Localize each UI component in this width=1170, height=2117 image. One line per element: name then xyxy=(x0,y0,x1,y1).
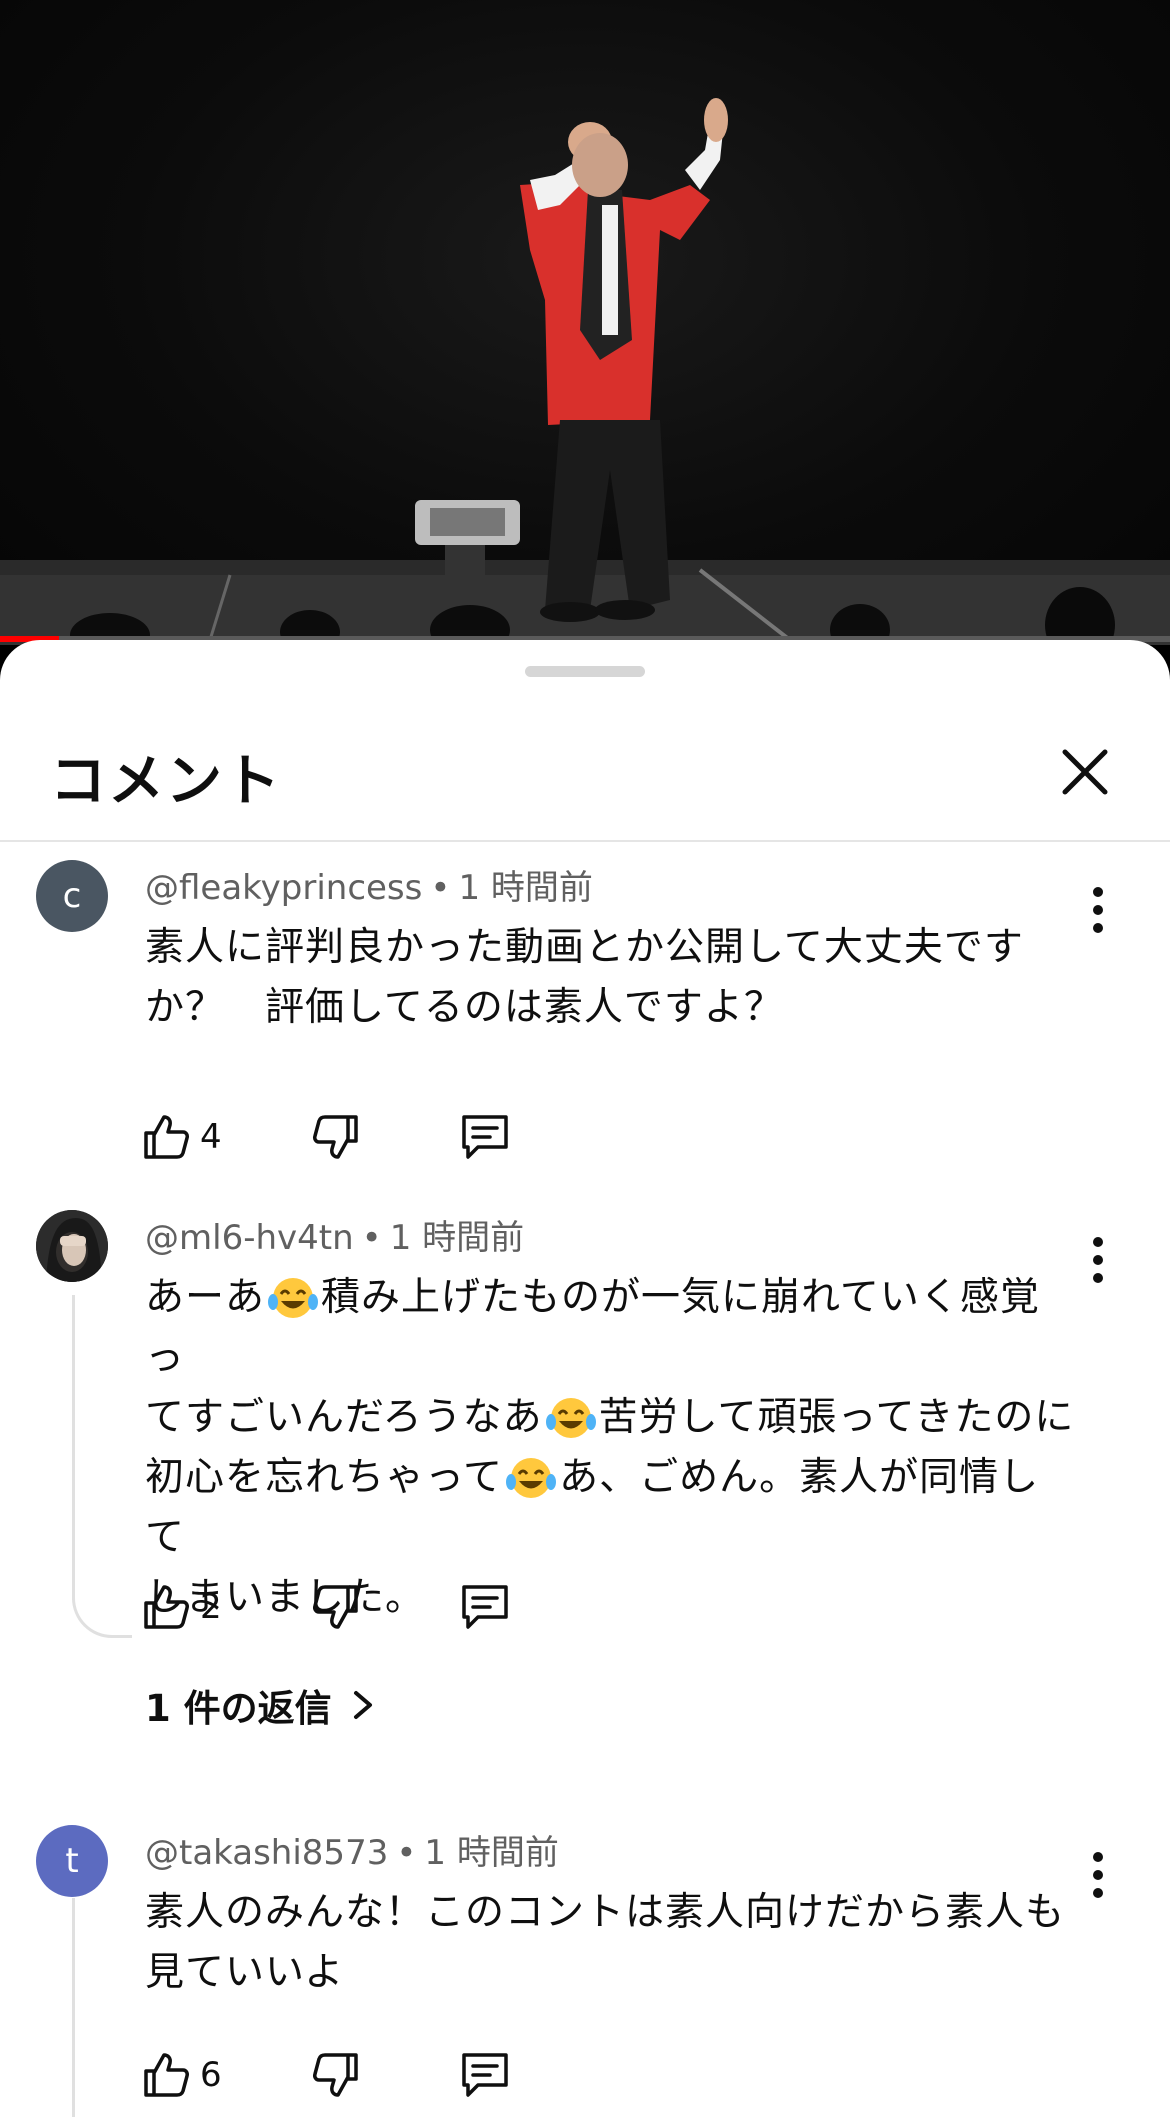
comment-meta: @ml6-hv4tn • 1 時間前 xyxy=(145,1210,524,1259)
meta-separator: • xyxy=(430,868,451,908)
thread-curve xyxy=(72,1598,132,1638)
meta-separator: • xyxy=(361,1218,382,1258)
reply-comment-icon xyxy=(462,2053,508,2097)
video-frame-image xyxy=(0,98,1170,645)
thumbs-down-icon xyxy=(313,2053,358,2097)
comment-author[interactable]: @fleakyprincess xyxy=(145,868,422,908)
avatar-letter: c xyxy=(62,876,82,916)
header-divider xyxy=(0,840,1170,842)
like-button[interactable]: 2 xyxy=(140,1575,222,1639)
comment-author[interactable]: @takashi8573 xyxy=(145,1833,388,1873)
thumbs-up-icon xyxy=(144,2053,189,2097)
thumbs-down-icon xyxy=(313,1585,358,1629)
comments-panel: コメント c @fleakyprincess • 1 時間前 素人に評判良かった動画… xyxy=(0,640,1170,2117)
like-button[interactable]: 6 xyxy=(140,2043,222,2107)
thumbs-down-icon xyxy=(313,1115,358,1159)
comment-line: 初心を忘れちゃって あ、ごめん。素人が同情して xyxy=(145,1448,1075,1568)
comment-text-segment: 苦労して頑張ってきたのに xyxy=(598,1395,1075,1440)
thread-line xyxy=(72,1295,75,1600)
more-vertical-icon xyxy=(1093,1237,1103,1283)
reply-button[interactable] xyxy=(458,2043,512,2107)
comment-more-button[interactable] xyxy=(1080,1845,1116,1905)
meta-separator: • xyxy=(396,1833,417,1873)
avatar[interactable]: t xyxy=(36,1825,108,1897)
comment-actions: 4 xyxy=(140,1105,560,1169)
comment-actions: 2 xyxy=(140,1575,560,1639)
comment-author[interactable]: @ml6-hv4tn xyxy=(145,1218,354,1258)
tears-of-joy-emoji-icon xyxy=(506,1458,557,1498)
comment-line: てすごいんだろうなあ 苦労して頑張ってきたのに xyxy=(145,1388,1075,1448)
close-button[interactable] xyxy=(1055,742,1115,802)
view-replies-button[interactable]: 1 件の返信 xyxy=(145,1678,380,1732)
tears-of-joy-emoji-icon xyxy=(545,1398,596,1438)
comment-text-segment: あーあ xyxy=(145,1275,266,1320)
comment-line: 素人に評判良かった動画とか公開して大丈夫です xyxy=(145,925,1024,970)
comment-time: 1 時間前 xyxy=(424,1833,559,1873)
reply-comment-icon xyxy=(462,1585,508,1629)
comment-actions: 6 xyxy=(140,2043,560,2107)
reply-comment-icon xyxy=(462,1115,508,1159)
avatar-photo-image xyxy=(36,1210,108,1282)
comment-text: 素人のみんな！このコントは素人向けだから素人も 見ていいよ xyxy=(145,1883,1075,2003)
video-player[interactable] xyxy=(0,0,1170,645)
comment-text: あーあ 積み上げたものが一気に崩れていく感覚っ てすごいんだろうなあ 苦労して頑張っ… xyxy=(145,1268,1075,1628)
comment-meta: @fleakyprincess • 1 時間前 xyxy=(145,860,593,909)
drag-handle[interactable] xyxy=(525,666,645,677)
like-count: 4 xyxy=(200,1117,222,1157)
chevron-right-icon xyxy=(353,1691,372,1719)
comment-time: 1 時間前 xyxy=(458,868,593,908)
close-icon xyxy=(1062,749,1108,795)
thread-line xyxy=(72,1898,75,2117)
comment-line: あーあ 積み上げたものが一気に崩れていく感覚っ xyxy=(145,1268,1075,1388)
avatar[interactable]: c xyxy=(36,860,108,932)
panel-title: コメント xyxy=(50,749,282,814)
comment-more-button[interactable] xyxy=(1080,880,1116,940)
comment-text: 素人に評判良かった動画とか公開して大丈夫です か？ 評価してるのは素人ですよ？ xyxy=(145,918,1075,1038)
dislike-button[interactable] xyxy=(310,1105,362,1169)
like-count: 2 xyxy=(200,1587,222,1627)
thumbs-up-icon xyxy=(144,1585,189,1629)
comment-time: 1 時間前 xyxy=(389,1218,525,1258)
comment-text-segment: てすごいんだろうなあ xyxy=(145,1395,543,1440)
dislike-button[interactable] xyxy=(310,1575,362,1639)
more-vertical-icon xyxy=(1093,1852,1103,1898)
comment-text-segment: 初心を忘れちゃって xyxy=(145,1455,504,1500)
comment-line: 見ていいよ xyxy=(145,1950,345,1995)
comment-line: 素人のみんな！このコントは素人向けだから素人も xyxy=(145,1890,1066,1935)
comment-line: か？ 評価してるのは素人ですよ？ xyxy=(145,985,784,1030)
reply-button[interactable] xyxy=(458,1575,512,1639)
comment-more-button[interactable] xyxy=(1080,1230,1116,1290)
reply-button[interactable] xyxy=(458,1105,512,1169)
like-button[interactable]: 4 xyxy=(140,1105,222,1169)
replies-label: 1 件の返信 xyxy=(145,1687,332,1730)
more-vertical-icon xyxy=(1093,887,1103,933)
avatar-letter: t xyxy=(65,1841,79,1881)
dislike-button[interactable] xyxy=(310,2043,362,2107)
thumbs-up-icon xyxy=(144,1115,189,1159)
avatar[interactable] xyxy=(36,1210,108,1282)
tears-of-joy-emoji-icon xyxy=(268,1278,319,1318)
comment-meta: @takashi8573 • 1 時間前 xyxy=(145,1825,559,1874)
like-count: 6 xyxy=(200,2055,222,2095)
